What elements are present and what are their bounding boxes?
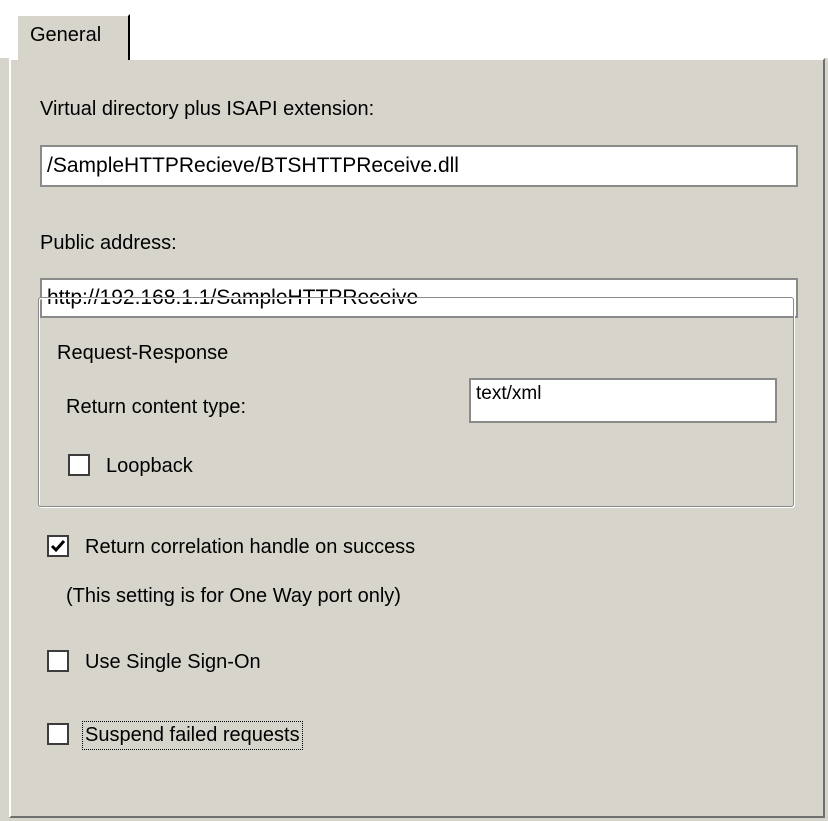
return-content-type-label: Return content type: — [66, 396, 247, 418]
return-content-type-input[interactable]: text/xml — [469, 378, 777, 423]
virtual-directory-input[interactable]: /SampleHTTPRecieve/BTSHTTPReceive.dll — [40, 145, 798, 187]
return-correlation-checkbox[interactable] — [47, 535, 69, 557]
loopback-checkbox[interactable] — [68, 454, 90, 476]
tab-general-label: General — [30, 24, 102, 46]
loopback-label: Loopback — [106, 455, 193, 477]
suspend-failed-checkbox[interactable] — [47, 723, 69, 745]
request-response-caption: Request-Response — [52, 342, 234, 365]
virtual-directory-label: Virtual directory plus ISAPI extension: — [40, 98, 375, 120]
port-properties-window: General Virtual directory plus ISAPI ext… — [0, 0, 828, 821]
single-sign-on-label: Use Single Sign-On — [85, 651, 261, 673]
one-way-note: (This setting is for One Way port only) — [66, 585, 401, 607]
checkmark-icon — [50, 540, 66, 553]
tab-general[interactable]: General — [16, 14, 130, 60]
tab-strip: General — [0, 0, 828, 60]
return-correlation-label: Return correlation handle on success — [85, 536, 416, 558]
single-sign-on-checkbox[interactable] — [47, 650, 69, 672]
suspend-failed-label: Suspend failed requests — [82, 721, 303, 750]
public-address-label: Public address: — [40, 232, 177, 254]
